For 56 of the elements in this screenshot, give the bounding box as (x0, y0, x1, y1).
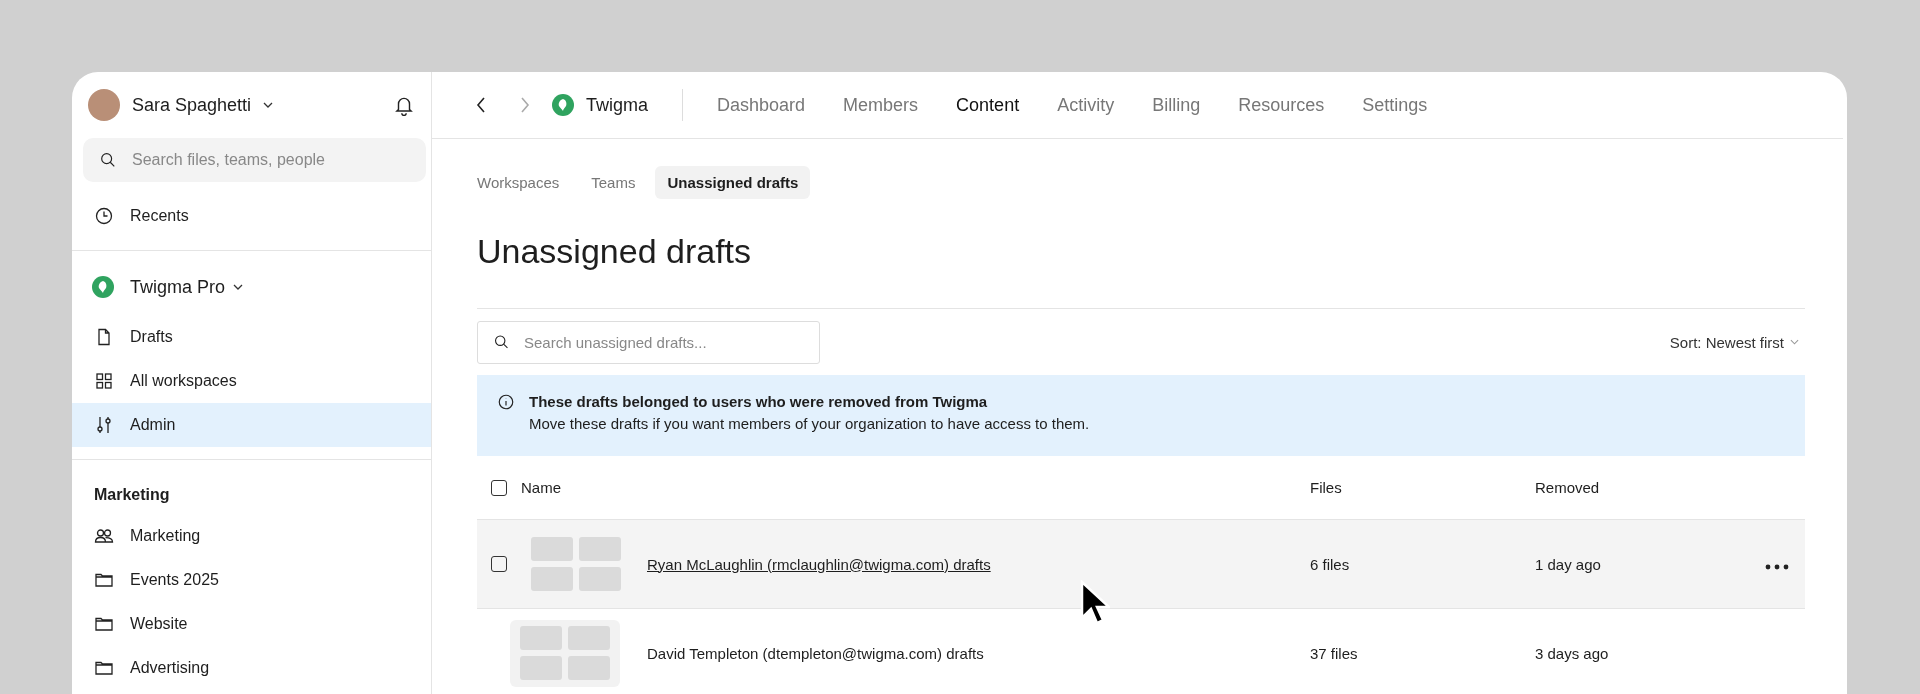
sub-tab[interactable]: Unassigned drafts (655, 166, 811, 199)
select-all-checkbox[interactable] (491, 479, 507, 496)
people-icon (94, 526, 114, 546)
logo-icon (92, 276, 114, 298)
draft-name[interactable]: David Templeton (dtempleton@twigma.com) drafts (647, 644, 984, 662)
sub-tab[interactable]: Workspaces (477, 166, 572, 199)
nav-tab[interactable]: Resources (1238, 94, 1325, 116)
table-cell-text: 37 files (1310, 644, 1359, 662)
table-cell-text: 3 days ago (1535, 644, 1610, 662)
avatar[interactable] (88, 89, 120, 121)
search-icon (493, 333, 510, 351)
sidebar-item[interactable]: Marketing (72, 514, 431, 558)
sidebar-item[interactable]: Drafts (72, 315, 431, 359)
sidebar-item[interactable]: Events 2025 (72, 558, 431, 602)
sort-dropdown[interactable]: Sort: Newest first (1663, 332, 1805, 352)
nav-tab[interactable]: Billing (1152, 94, 1201, 116)
team-name[interactable]: Twigma Pro (130, 276, 226, 298)
logo-icon (552, 94, 574, 116)
draft-link[interactable]: Ryan McLaughlin (rmclaughlin@twigma.com) drafts (647, 555, 991, 573)
nav-tab[interactable]: Settings (1362, 94, 1428, 116)
grid-icon (94, 371, 114, 391)
search-field[interactable]: Search unassigned drafts... (477, 320, 820, 364)
sidebar-item[interactable]: All workspaces (72, 359, 431, 403)
nav-tab[interactable]: Activity (1057, 94, 1115, 116)
table-row[interactable]: Ryan McLaughlin (rmclaughlin@twigma.com) drafts 6 files 1 day ago (477, 520, 1805, 609)
nav-tab[interactable]: Content (956, 94, 1020, 116)
column-header[interactable]: Files (1310, 479, 1535, 496)
nav-tab[interactable]: Dashboard (717, 94, 806, 116)
column-header[interactable]: Removed (1535, 479, 1765, 496)
info-icon (497, 393, 515, 411)
banner-text: Move these drafts if you want members of your organization to have access to them. (529, 415, 1090, 432)
more-icon[interactable] (1765, 563, 1789, 570)
sidebar-item[interactable]: Admin (72, 403, 431, 447)
table-row[interactable]: David Templeton (dtempleton@twigma.com) drafts 37 files 3 days ago (477, 609, 1805, 694)
sliders-icon (94, 415, 114, 435)
clock-icon (94, 206, 114, 226)
column-header[interactable]: Name (521, 479, 1310, 496)
row-checkbox[interactable] (491, 556, 507, 572)
banner-title: These drafts belonged to users who were removed from Twigma (529, 393, 989, 410)
chevron-icon[interactable] (233, 284, 244, 290)
chevron-icon (1790, 339, 1799, 345)
back-icon[interactable] (476, 97, 486, 113)
table-cell-text: 6 files (1310, 555, 1351, 573)
sidebar-item[interactable]: Website (72, 602, 431, 646)
page-title: Unassigned drafts (477, 232, 753, 272)
search-field[interactable]: Search files, teams, people (83, 138, 426, 182)
table-cell-text: 1 day ago (1535, 555, 1602, 573)
nav-tab[interactable]: Members (843, 94, 919, 116)
search-icon (99, 151, 117, 169)
sidebar-item[interactable]: Recents (72, 194, 431, 238)
chevron-icon[interactable] (263, 102, 274, 108)
sub-tab[interactable]: Teams (579, 166, 648, 199)
sidebar-item[interactable]: Advertising (72, 646, 431, 690)
section-title: Marketing (93, 485, 171, 505)
org-name[interactable]: Twigma (586, 94, 648, 116)
user-name[interactable]: Sara Spaghetti (132, 94, 252, 116)
